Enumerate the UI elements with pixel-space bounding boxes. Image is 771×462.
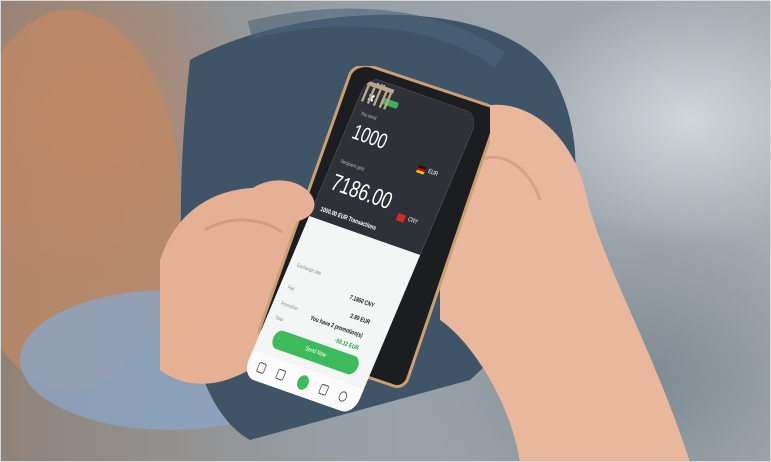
thumbs [0, 0, 771, 462]
photo-background: 9:08 ✖ You send 1000 Recipient gets 7186… [0, 0, 771, 462]
right-thumb [476, 197, 517, 252]
left-thumb [250, 180, 314, 222]
